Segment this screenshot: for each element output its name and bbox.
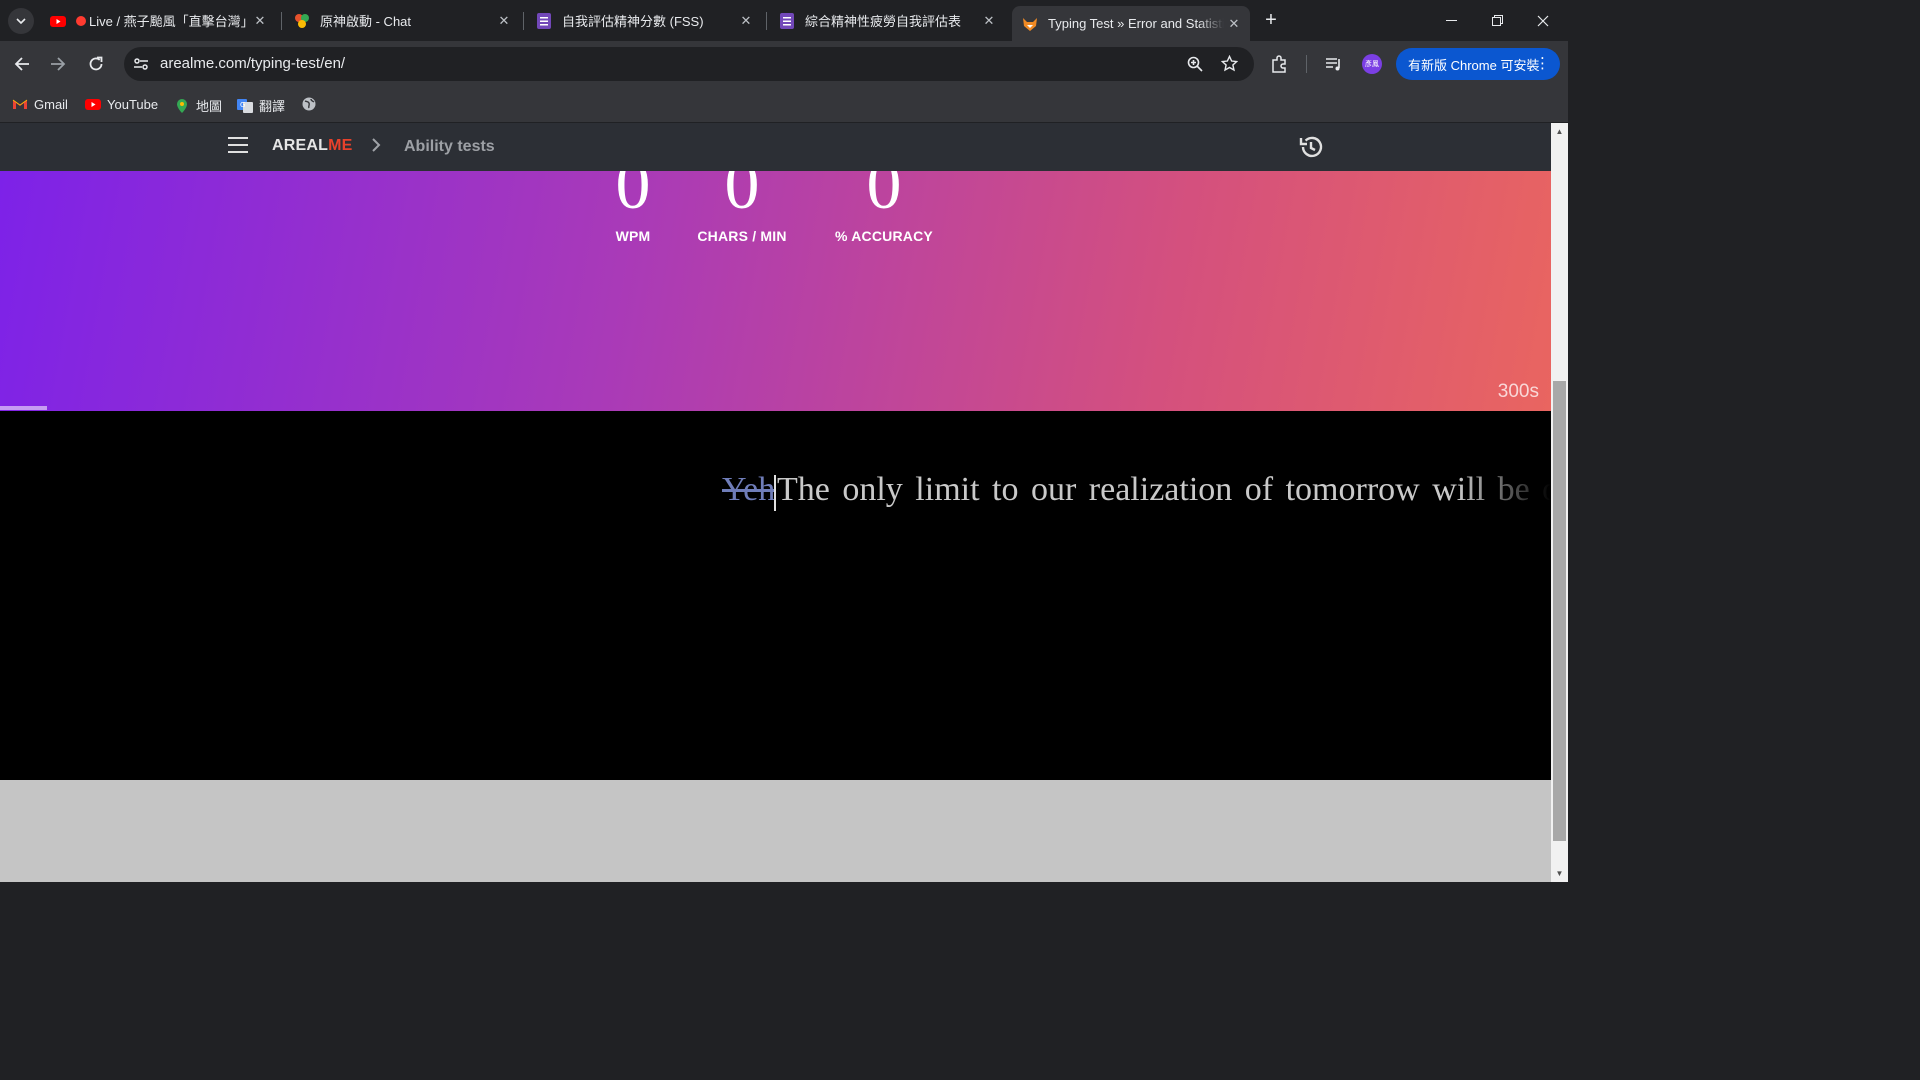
- scroll-up-arrow-icon[interactable]: ▲: [1551, 123, 1568, 140]
- forward-button[interactable]: [44, 50, 72, 78]
- fox-icon: [1023, 17, 1037, 31]
- tab-typing-test[interactable]: Typing Test » Error and Statistics ✕: [1012, 6, 1250, 41]
- minimize-button[interactable]: [1428, 0, 1474, 41]
- bookmark-translate[interactable]: G 翻譯: [237, 96, 285, 115]
- puzzle-icon: [1272, 55, 1286, 73]
- close-icon: [1537, 15, 1549, 26]
- breadcrumb-ability-tests[interactable]: Ability tests: [404, 138, 495, 156]
- timer-display: 300s: [1497, 381, 1539, 402]
- close-tab-icon[interactable]: ✕: [1224, 16, 1244, 32]
- bookmark-label: Gmail: [34, 96, 68, 112]
- playlist-icon: [1326, 58, 1340, 71]
- history-icon[interactable]: [1298, 134, 1324, 160]
- bookmark-label: 翻譯: [259, 99, 286, 114]
- reload-icon: [89, 56, 103, 71]
- chevron-down-icon: [16, 18, 26, 24]
- profile-avatar[interactable]: 彥鳳: [1362, 54, 1382, 74]
- timer-progress-fill: [0, 406, 47, 410]
- arrow-right-icon: [51, 57, 66, 71]
- url-text: arealme.com/typing-test/en/: [160, 55, 346, 72]
- arrow-left-icon: [14, 57, 29, 71]
- new-tab-button[interactable]: +: [1260, 8, 1282, 32]
- tab-youtube-live[interactable]: Live / 燕子颱風「直擊台灣」 ✕: [40, 6, 276, 35]
- tab-chat[interactable]: 原神啟動 - Chat ✕: [284, 6, 520, 35]
- stat-wpm: 0 WPM: [600, 151, 666, 245]
- chat-icon: [295, 13, 309, 28]
- typing-area[interactable]: Yeh The only limit to our realization of…: [0, 411, 1551, 780]
- site-logo[interactable]: AREALME: [272, 137, 353, 155]
- chevron-right-icon: [369, 135, 383, 160]
- scroll-down-arrow-icon[interactable]: ▼: [1551, 865, 1568, 882]
- logo-text: AREAL: [272, 137, 329, 154]
- bookmark-globe[interactable]: [301, 96, 323, 112]
- site-info-icon[interactable]: [133, 56, 149, 72]
- page-scrollbar[interactable]: ▲ ▼: [1551, 123, 1568, 882]
- upcoming-text: The only limit to our realization of tom…: [777, 471, 1551, 508]
- maps-pin-icon: [177, 98, 187, 113]
- stat-accuracy: 0 % ACCURACY: [826, 151, 942, 245]
- svg-text:G: G: [240, 101, 245, 109]
- reload-button[interactable]: [82, 50, 110, 78]
- gmail-icon: [12, 99, 28, 109]
- zoom-icon[interactable]: [1187, 56, 1203, 72]
- bookmark-youtube[interactable]: YouTube: [85, 96, 158, 112]
- tab-title: 自我評估精神分數 (FSS): [562, 14, 704, 29]
- tab-fatigue-form[interactable]: 綜合精神性疲勞自我評估表 ✕: [769, 6, 1005, 35]
- youtube-icon: [85, 99, 101, 110]
- bookmark-label: YouTube: [107, 96, 159, 112]
- globe-icon: [302, 97, 316, 111]
- hamburger-menu-icon[interactable]: [228, 137, 248, 155]
- browser-toolbar: arealme.com/typing-test/en/ 彥鳳 有新版 Chrom…: [0, 41, 1568, 87]
- forms-icon: [537, 12, 551, 29]
- tab-title: 綜合精神性疲勞自我評估表: [805, 14, 962, 29]
- back-button[interactable]: [8, 50, 36, 78]
- forms-icon: [780, 12, 794, 29]
- tab-title: Typing Test » Error and Statistics: [1048, 16, 1224, 31]
- web-page: AREALME Ability tests 0 WPM 0 CHARS / MI…: [0, 123, 1551, 882]
- logo-accent-text: ME: [328, 137, 353, 154]
- tab-title: Live / 燕子颱風「直擊台灣」: [89, 14, 250, 29]
- scrollbar-thumb[interactable]: [1553, 381, 1566, 841]
- bookmark-maps[interactable]: 地圖: [174, 96, 222, 115]
- extensions-button[interactable]: [1266, 50, 1294, 78]
- media-control-button[interactable]: [1320, 50, 1348, 78]
- live-indicator-icon: [76, 15, 86, 26]
- stats-banner: 0 WPM 0 CHARS / MIN 0 % ACCURACY 300s: [0, 151, 1551, 411]
- translate-icon: G: [237, 98, 253, 113]
- close-tab-icon[interactable]: ✕: [250, 13, 270, 29]
- tab-search-button[interactable]: [8, 8, 34, 34]
- restore-icon: [1491, 15, 1503, 26]
- close-tab-icon[interactable]: ✕: [979, 13, 999, 29]
- update-label: 有新版 Chrome 可安裝: [1408, 57, 1540, 73]
- more-menu-icon[interactable]: ⋮: [1535, 54, 1550, 72]
- bookmark-label: 地圖: [196, 99, 223, 114]
- bookmarks-bar: Gmail YouTube 地圖 G 翻譯: [0, 87, 1568, 123]
- minimize-icon: [1445, 19, 1457, 21]
- typed-text: Yeh: [722, 471, 776, 508]
- site-header: AREALME Ability tests: [0, 123, 1551, 171]
- tab-strip: Live / 燕子颱風「直擊台灣」 ✕ 原神啟動 - Chat ✕ 自我評估精神…: [0, 0, 1568, 41]
- close-tab-icon[interactable]: ✕: [494, 13, 514, 29]
- address-bar[interactable]: arealme.com/typing-test/en/: [124, 47, 1254, 81]
- text-caret: [774, 475, 776, 511]
- restore-button[interactable]: [1474, 0, 1520, 41]
- stat-label: % ACCURACY: [835, 228, 933, 244]
- bookmark-gmail[interactable]: Gmail: [12, 96, 68, 112]
- close-window-button[interactable]: [1520, 0, 1566, 41]
- tab-title: 原神啟動 - Chat: [320, 14, 412, 29]
- tab-fss-form[interactable]: 自我評估精神分數 (FSS) ✕: [526, 6, 762, 35]
- stat-chars-per-min: 0 CHARS / MIN: [688, 151, 796, 245]
- stat-label: WPM: [615, 228, 651, 244]
- bookmark-star-icon[interactable]: [1221, 55, 1238, 72]
- stat-label: CHARS / MIN: [697, 228, 787, 244]
- close-tab-icon[interactable]: ✕: [736, 13, 756, 29]
- youtube-icon: [50, 15, 66, 27]
- update-chrome-button[interactable]: 有新版 Chrome 可安裝 ⋮: [1396, 48, 1560, 80]
